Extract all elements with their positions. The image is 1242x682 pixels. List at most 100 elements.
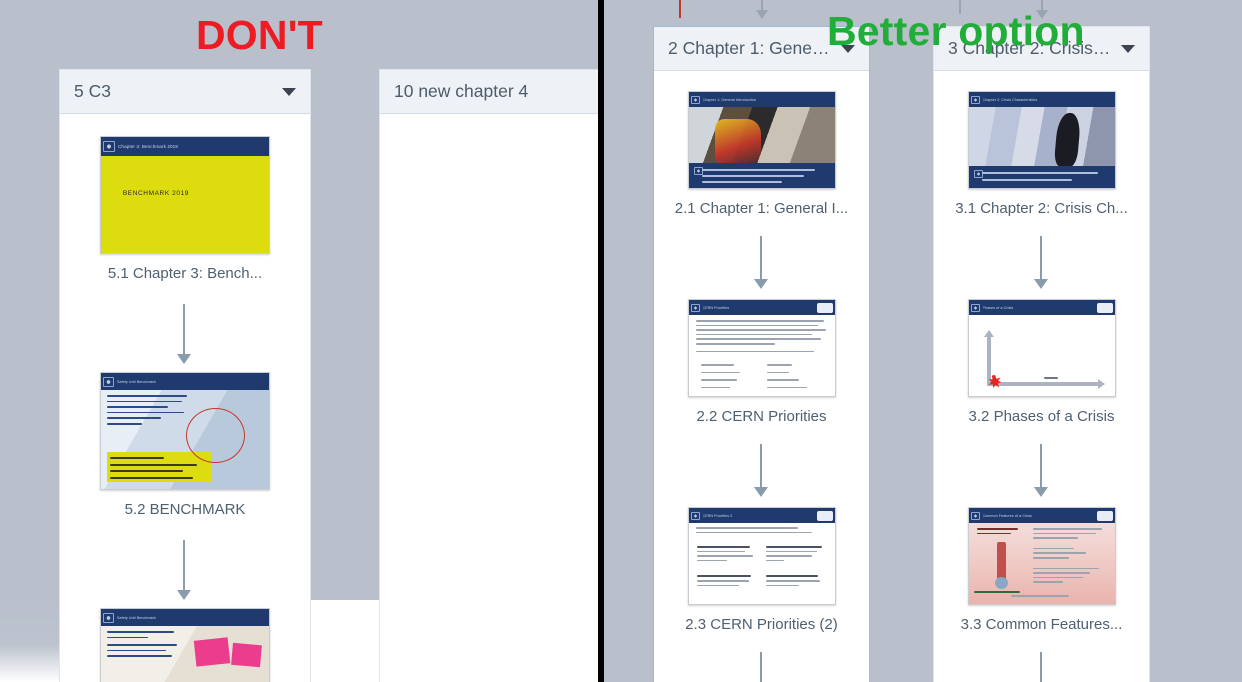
slide-title-bar: CERN Priorities 2 (688, 508, 835, 523)
chevron-down-icon[interactable] (1121, 44, 1135, 53)
chapter-column-title: 10 new chapter 4 (394, 81, 529, 101)
connector-arrow-icon (177, 354, 191, 364)
slide-title-text: CERN Priorities 2 (702, 513, 733, 518)
chart-y-axis (986, 336, 991, 384)
slide-caption-bar (968, 166, 1115, 188)
cern-badge-icon (1096, 511, 1113, 521)
chapter-column-body: Chapter 2: Crisis Characteristics 3.1 Ch… (934, 71, 1149, 682)
cern-badge-icon (256, 615, 267, 623)
slide-node[interactable]: Chapter 2: Crisis Characteristics 3.1 Ch… (934, 91, 1149, 217)
slide-text-block (107, 395, 194, 425)
slide-highlight-box (107, 452, 212, 482)
chapter-column-5-c3[interactable]: 5 C3 Chapter 3: Benchmark 2019 BENCHMARK… (60, 70, 310, 682)
slide-title-bar: Phases of a Crisis (968, 300, 1115, 315)
cern-logo-icon (103, 376, 114, 387)
slide-title-text: Safety Unit Benchmark (117, 615, 156, 620)
cern-logo-icon (690, 511, 700, 520)
slide-thumbnail[interactable]: Safety Unit Benchmark (100, 372, 270, 490)
slide-thumbnail[interactable]: Chapter 2: Crisis Characteristics (967, 91, 1116, 189)
connector-line (183, 304, 185, 356)
chapter-column-title: 5 C3 (74, 81, 111, 101)
slide-caption: 3.2 Phases of a Crisis (968, 408, 1115, 425)
slide-thumbnail[interactable]: Chapter 3: Benchmark 2019 BENCHMARK 2019 (100, 136, 270, 254)
cern-badge-icon (256, 379, 267, 387)
thermometer-icon (996, 542, 1006, 580)
slide-node[interactable]: Safety Unit Benchmark (60, 608, 310, 682)
cern-badge-icon (816, 511, 833, 521)
thermometer-bulb-icon (994, 577, 1008, 589)
chapter-column-body (380, 114, 598, 682)
connector-line (1040, 236, 1042, 281)
slide-thumbnail[interactable]: CERN Priorities 2 (687, 507, 836, 605)
slide-caption: 3.3 Common Features... (960, 616, 1123, 633)
chart-y-axis-arrow-icon (983, 330, 994, 337)
better-option-label: Better option (827, 8, 1085, 54)
slide-node[interactable]: Chapter 1: General Introduction 2.1 Chap… (654, 91, 869, 217)
slide-thumbnail[interactable]: Safety Unit Benchmark (100, 608, 270, 682)
slide-caption: 2.2 CERN Priorities (696, 408, 827, 425)
slide-caption-bar (688, 163, 835, 188)
cern-logo-icon (103, 612, 114, 623)
connector-line (183, 540, 185, 592)
slide-title-bar: CERN Priorities (688, 300, 835, 315)
slide-intro (695, 527, 828, 534)
chapter-column-chapter-1[interactable]: 2 Chapter 1: General int... Chapter 1: G… (654, 27, 869, 682)
slide-right-text (1032, 528, 1109, 583)
slide-node[interactable]: Phases of a Crisis 3.2 Phases of a Crisi… (934, 299, 1149, 425)
chapter-column-title: 2 Chapter 1: General int... (668, 38, 833, 58)
slide-title-bar: Safety Unit Benchmark (101, 373, 269, 390)
slide-title-bar: Safety Unit Benchmark (101, 609, 269, 626)
chart-x-axis (986, 382, 1099, 386)
slide-title-text: Chapter 3: Benchmark 2019 (118, 144, 178, 149)
cern-logo-icon (103, 141, 115, 152)
slide-caption: 3.1 Chapter 2: Crisis Ch... (955, 200, 1128, 217)
cern-logo-icon (970, 303, 980, 312)
connector-line (1040, 444, 1042, 489)
chapter-column-chapter-2[interactable]: 3 Chapter 2: Crisis Char... Chapter 2: C… (934, 27, 1149, 682)
slide-node[interactable]: Safety Unit Benchmark (60, 372, 310, 518)
chevron-down-icon[interactable] (282, 87, 296, 96)
cern-badge-icon (816, 303, 833, 313)
slide-bottom-label (973, 591, 1029, 593)
cern-logo-icon (970, 95, 980, 104)
cern-logo-icon (690, 95, 700, 104)
slide-thumbnail[interactable]: Common Features of a Crisis (967, 507, 1116, 605)
slide-title-text: Chapter 1: General Introduction (702, 97, 756, 102)
slide-caption: 5.2 BENCHMARK (124, 501, 246, 518)
chapter-column-10-new-chapter-4[interactable]: 10 new chapter 4 (380, 70, 598, 682)
incoming-connector-red (679, 0, 681, 18)
slide-node[interactable]: CERN Priorities 2.2 CERN Priorities (654, 299, 869, 425)
chapter-column-body: Chapter 1: General Introduction 2.1 Chap… (654, 71, 869, 682)
slide-caption: 2.1 Chapter 1: General I... (674, 200, 849, 217)
slide-body-text: BENCHMARK 2019 (122, 190, 190, 198)
chapter-column-body: Chapter 3: Benchmark 2019 BENCHMARK 2019… (60, 114, 310, 682)
slide-thumbnail[interactable]: Chapter 1: General Introduction (687, 91, 836, 189)
connector-line (1040, 652, 1042, 682)
incoming-connector-arrow-icon (756, 10, 768, 19)
slide-title-text: CERN Priorities (702, 305, 730, 310)
slide-title-bar: Chapter 2: Crisis Characteristics (968, 92, 1115, 107)
connector-arrow-icon (754, 487, 768, 497)
chapter-column-header[interactable]: 5 C3 (60, 70, 310, 114)
slide-thumbnail[interactable]: Phases of a Crisis (967, 299, 1116, 397)
dont-panel: DON'T 5 C3 Chapter 3: Benchmark 2019 BEN… (0, 0, 598, 682)
cern-logo-icon (693, 167, 703, 175)
connector-line (760, 236, 762, 281)
cern-badge-icon (255, 144, 267, 153)
slide-node[interactable]: Common Features of a Crisis 3.3 Common F… (934, 507, 1149, 633)
slide-quadrant-grid (696, 546, 827, 587)
slide-title-bar: Chapter 1: General Introduction (688, 92, 835, 107)
connector-arrow-icon (1034, 487, 1048, 497)
slide-node[interactable]: Chapter 3: Benchmark 2019 BENCHMARK 2019… (60, 136, 310, 282)
connector-line (760, 652, 762, 682)
connector-line (760, 444, 762, 489)
slide-title-text: Phases of a Crisis (982, 305, 1014, 310)
slide-title-text: Common Features of a Crisis (982, 513, 1032, 518)
slide-title-text: Safety Unit Benchmark (117, 379, 156, 384)
chapter-column-header[interactable]: 10 new chapter 4 (380, 70, 598, 114)
slide-title-bar: Chapter 3: Benchmark 2019 (101, 137, 269, 156)
dont-label: DON'T (196, 12, 323, 58)
cern-badge-icon (1096, 303, 1113, 313)
slide-thumbnail[interactable]: CERN Priorities (687, 299, 836, 397)
slide-node[interactable]: CERN Priorities 2 2.3 CERN Priorities (2… (654, 507, 869, 633)
